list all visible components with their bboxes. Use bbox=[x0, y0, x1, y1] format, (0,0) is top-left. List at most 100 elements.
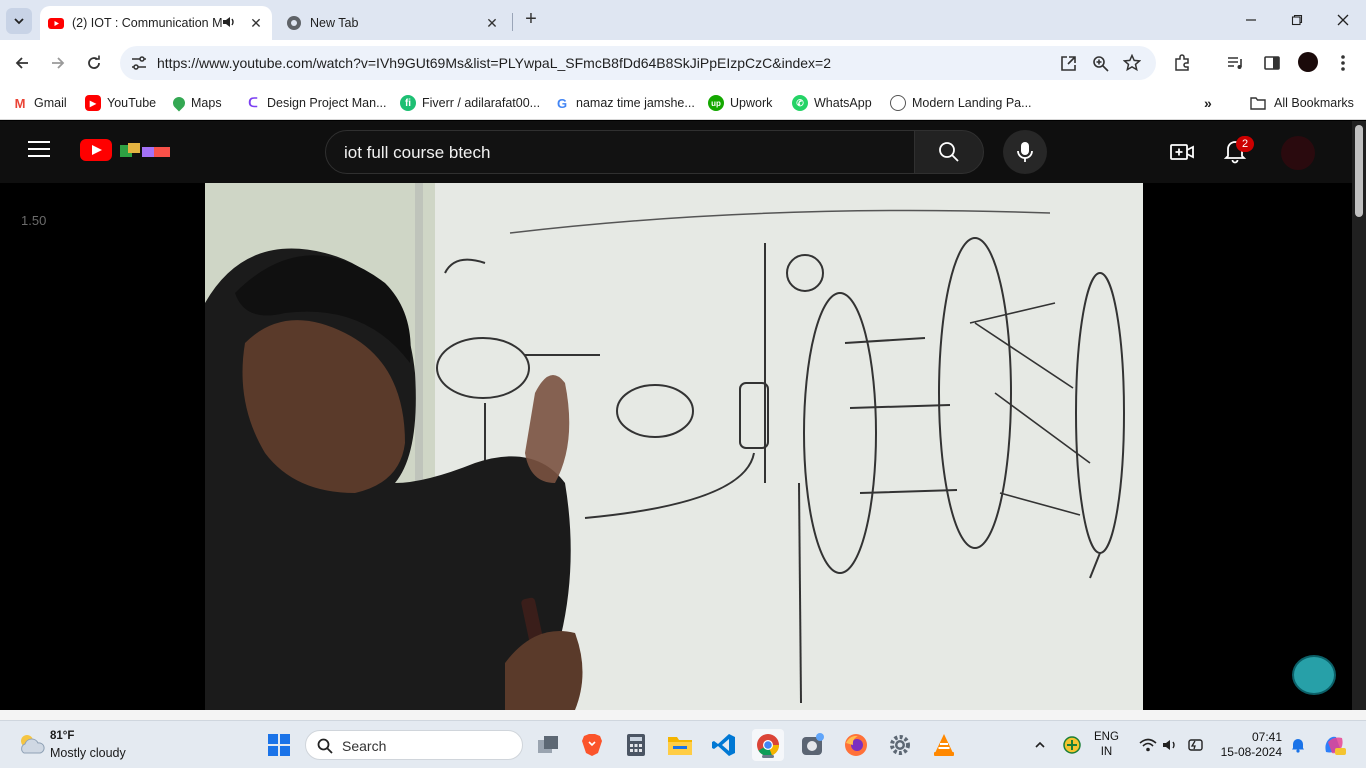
address-bar[interactable]: https://www.youtube.com/watch?v=IVh9GUt6… bbox=[120, 46, 1156, 80]
weather-temperature[interactable]: 81°F bbox=[50, 730, 74, 742]
chevron-double-right-icon: » bbox=[1204, 95, 1212, 111]
minimize-button[interactable] bbox=[1228, 0, 1274, 40]
video-player[interactable] bbox=[205, 183, 1143, 710]
vscode-icon[interactable] bbox=[708, 729, 740, 761]
globe-icon bbox=[890, 95, 906, 111]
bookmark-maps[interactable]: Maps bbox=[170, 93, 222, 113]
restore-button[interactable] bbox=[1274, 0, 1320, 40]
bookmark-youtube[interactable]: ▶ YouTube bbox=[85, 93, 156, 113]
folder-icon bbox=[1250, 97, 1266, 110]
forward-button[interactable] bbox=[45, 50, 71, 76]
url-text[interactable]: https://www.youtube.com/watch?v=IVh9GUt6… bbox=[157, 55, 831, 71]
search-icon bbox=[939, 142, 959, 162]
create-video-icon[interactable] bbox=[1170, 140, 1194, 164]
fiverr-icon: fi bbox=[400, 95, 416, 111]
bookmark-whatsapp[interactable]: ✆ WhatsApp bbox=[792, 93, 872, 113]
profile-avatar[interactable] bbox=[1298, 52, 1318, 72]
tabby-app-icon[interactable] bbox=[796, 729, 828, 761]
back-button[interactable] bbox=[9, 50, 35, 76]
voice-search-button[interactable] bbox=[1003, 130, 1047, 174]
google-icon: G bbox=[554, 95, 570, 111]
bookmark-gmail[interactable]: M Gmail bbox=[12, 93, 67, 113]
upwork-icon: up bbox=[708, 95, 724, 111]
playback-speed-label: 1.50 bbox=[21, 213, 47, 228]
system-clock[interactable]: 07:41 15-08-2024 bbox=[1218, 730, 1282, 760]
brave-browser-icon[interactable] bbox=[576, 729, 608, 761]
language-indicator[interactable]: ENG IN bbox=[1094, 730, 1119, 760]
battery-icon[interactable] bbox=[1184, 733, 1206, 757]
tab-title: New Tab bbox=[310, 16, 359, 30]
media-control-icon[interactable] bbox=[1225, 53, 1245, 73]
youtube-search-button[interactable] bbox=[914, 130, 984, 174]
firefox-icon[interactable] bbox=[840, 729, 872, 761]
extensions-icon[interactable] bbox=[1172, 53, 1192, 73]
more-bookmarks-button[interactable]: » bbox=[1204, 93, 1212, 113]
tab-youtube[interactable]: (2) IOT : Communication Mo ✕ bbox=[40, 6, 272, 40]
file-explorer-icon[interactable] bbox=[664, 729, 696, 761]
start-button[interactable] bbox=[263, 729, 295, 761]
close-window-button[interactable] bbox=[1320, 0, 1366, 40]
windows-logo-icon bbox=[268, 734, 290, 756]
bookmark-fiverr[interactable]: fi Fiverr / adilarafat00... bbox=[400, 93, 540, 113]
hamburger-menu-icon[interactable] bbox=[28, 141, 50, 159]
speaker-icon[interactable] bbox=[222, 15, 236, 32]
taskbar-search-label: Search bbox=[342, 738, 387, 754]
chrome-taskbar-icon[interactable] bbox=[752, 729, 784, 761]
all-bookmarks-button[interactable]: All Bookmarks bbox=[1240, 93, 1354, 113]
youtube-search-box[interactable]: iot full course btech bbox=[325, 130, 915, 174]
bookmark-modern-landing[interactable]: Modern Landing Pa... bbox=[890, 93, 1032, 113]
tab-search-button[interactable] bbox=[6, 8, 32, 34]
new-tab-button[interactable]: + bbox=[520, 9, 542, 31]
close-tab-icon[interactable]: ✕ bbox=[484, 15, 500, 31]
youtube-doodle-logo[interactable] bbox=[118, 141, 174, 161]
scrollbar-thumb[interactable] bbox=[1355, 125, 1363, 217]
youtube-favicon-icon bbox=[48, 18, 64, 29]
youtube-logo[interactable] bbox=[80, 139, 112, 161]
bookmark-star-icon[interactable] bbox=[1122, 53, 1142, 73]
youtube-account-avatar[interactable] bbox=[1281, 136, 1315, 170]
close-icon bbox=[1337, 14, 1349, 26]
cloudy-weather-icon[interactable] bbox=[16, 731, 46, 757]
task-view-icon[interactable] bbox=[532, 729, 564, 761]
tab-strip: (2) IOT : Communication Mo ✕ New Tab ✕ + bbox=[0, 0, 1366, 40]
active-app-indicator bbox=[762, 755, 774, 758]
site-settings-icon[interactable] bbox=[130, 54, 148, 72]
reload-button[interactable] bbox=[81, 50, 107, 76]
bookmark-design-project[interactable]: ᑕ Design Project Man... bbox=[245, 93, 387, 113]
notification-bell-icon[interactable] bbox=[1288, 733, 1308, 757]
copilot-icon[interactable] bbox=[1320, 733, 1348, 757]
page-bottom-strip bbox=[0, 710, 1366, 720]
tab-new-tab[interactable]: New Tab ✕ bbox=[276, 6, 510, 40]
calculator-icon[interactable] bbox=[620, 729, 652, 761]
youtube-icon: ▶ bbox=[85, 95, 101, 111]
page-scrollbar[interactable] bbox=[1352, 121, 1366, 710]
minimize-icon bbox=[1246, 19, 1256, 21]
side-panel-icon[interactable] bbox=[1262, 53, 1282, 73]
vlc-icon[interactable] bbox=[928, 729, 960, 761]
video-frame bbox=[205, 183, 1143, 710]
bookmark-namaz-time[interactable]: G namaz time jamshe... bbox=[554, 93, 695, 113]
search-input[interactable]: iot full course btech bbox=[344, 143, 490, 163]
arrow-left-icon bbox=[15, 57, 28, 69]
open-in-app-icon[interactable] bbox=[1058, 53, 1078, 73]
screen: (2) IOT : Communication Mo ✕ New Tab ✕ + bbox=[0, 0, 1366, 768]
settings-gear-icon[interactable] bbox=[884, 729, 916, 761]
whatsapp-icon: ✆ bbox=[792, 95, 808, 111]
region-code: IN bbox=[1100, 746, 1113, 758]
volume-icon[interactable] bbox=[1160, 733, 1180, 757]
youtube-header: iot full course btech 2 bbox=[0, 121, 1352, 183]
wifi-icon[interactable] bbox=[1138, 733, 1158, 757]
zoom-icon[interactable] bbox=[1090, 53, 1110, 73]
clock-time: 07:41 bbox=[1251, 730, 1282, 744]
browser-toolbar: https://www.youtube.com/watch?v=IVh9GUt6… bbox=[0, 40, 1366, 86]
channel-watermark-logo[interactable] bbox=[1292, 655, 1336, 695]
taskbar-search-box[interactable]: Search bbox=[305, 730, 523, 760]
bookmark-upwork[interactable]: up Upwork bbox=[708, 93, 772, 113]
weather-description[interactable]: Mostly cloudy bbox=[50, 746, 126, 760]
close-tab-icon[interactable]: ✕ bbox=[248, 15, 264, 31]
tray-app-icon[interactable] bbox=[1060, 733, 1084, 757]
chrome-menu-icon[interactable] bbox=[1333, 53, 1353, 73]
maps-icon bbox=[170, 94, 188, 112]
show-hidden-icons-chevron-icon[interactable] bbox=[1030, 733, 1050, 757]
arrow-right-icon bbox=[52, 57, 65, 69]
